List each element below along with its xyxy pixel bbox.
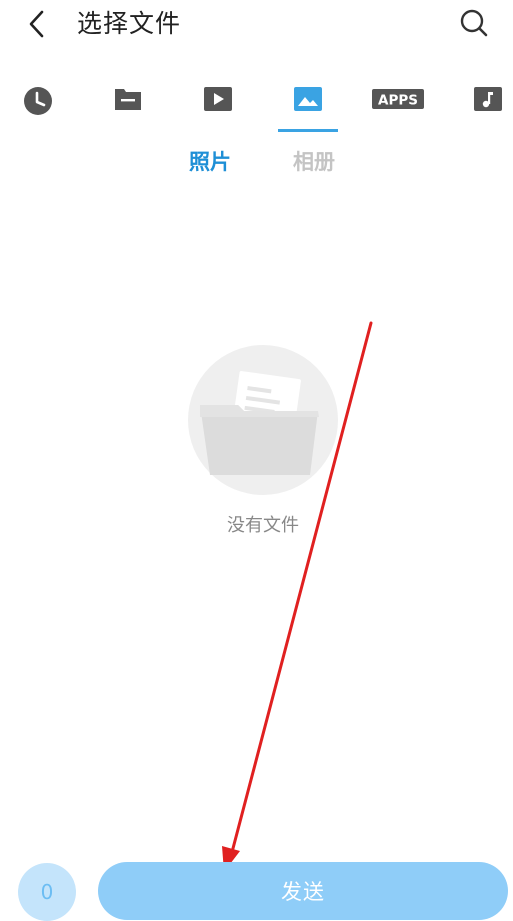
- image-icon: [294, 87, 322, 111]
- play-icon: [204, 87, 232, 111]
- apps-label: APPS: [378, 93, 418, 109]
- header: 选择文件: [0, 0, 513, 50]
- page-title: 选择文件: [77, 9, 182, 38]
- subtab-photos[interactable]: 照片: [189, 146, 231, 178]
- tab-folder[interactable]: [98, 80, 158, 132]
- tab-recent[interactable]: [8, 80, 68, 132]
- clock-icon: [24, 87, 52, 115]
- category-tab-bar: APPS: [0, 80, 513, 132]
- subtab-albums[interactable]: 相册: [293, 146, 335, 178]
- send-button[interactable]: 发送: [98, 862, 508, 920]
- tab-video[interactable]: [188, 80, 248, 132]
- tab-image[interactable]: [278, 80, 338, 132]
- empty-state-text: 没有文件: [227, 515, 299, 536]
- tab-music[interactable]: [458, 80, 513, 132]
- music-note-icon: [474, 87, 502, 111]
- selected-count-badge: 0: [18, 863, 76, 921]
- empty-folder-icon: [188, 345, 338, 495]
- tab-selected-indicator: [278, 129, 338, 132]
- chevron-left-icon: [29, 10, 44, 38]
- folder-icon: [115, 89, 141, 110]
- search-button[interactable]: [457, 6, 491, 40]
- search-icon: [460, 9, 488, 37]
- tab-apps[interactable]: APPS: [368, 80, 428, 132]
- apps-icon: APPS: [372, 89, 424, 109]
- back-button[interactable]: [22, 8, 52, 40]
